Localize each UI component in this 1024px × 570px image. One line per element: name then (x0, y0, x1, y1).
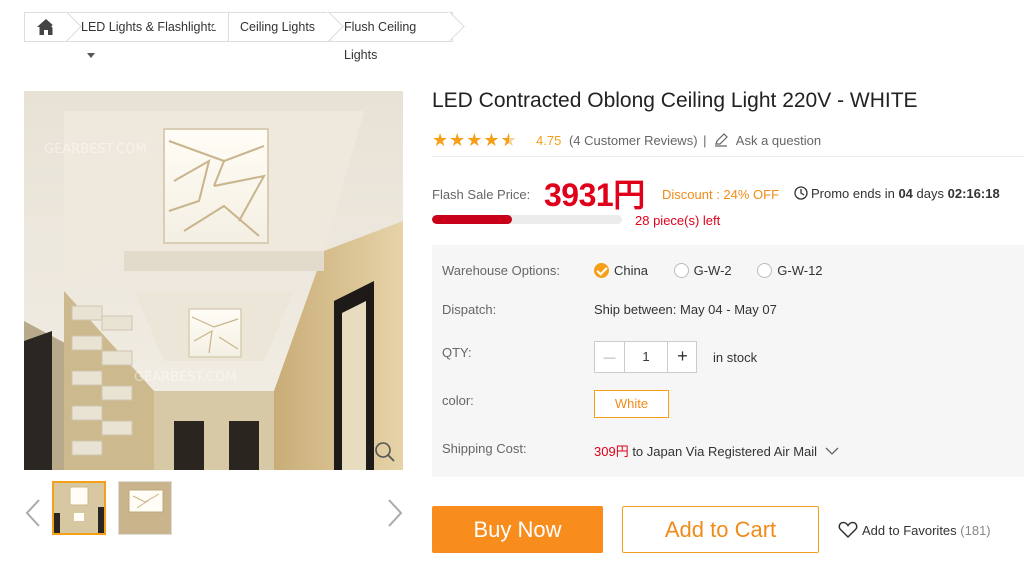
qty-minus-button[interactable]: — (595, 342, 625, 372)
ask-question-link[interactable]: Ask a question (736, 133, 821, 148)
dispatch-value: Ship between: May 04 - May 07 (594, 302, 777, 317)
watermark: GEARBEST.COM (44, 142, 147, 157)
product-photo: GEARBEST.COM GEARBEST.COM (24, 91, 403, 470)
heart-icon (838, 521, 858, 539)
qty-input[interactable]: 1 (625, 342, 667, 372)
breadcrumb-label: Ceiling Lights (240, 20, 316, 34)
chevron-right-icon[interactable] (386, 498, 404, 528)
add-to-cart-button[interactable]: Add to Cart (622, 506, 819, 553)
breadcrumb-item-flush-ceiling-lights[interactable]: Flush Ceiling Lights (330, 11, 465, 62)
star-icon: ★ (483, 130, 501, 150)
promo-time: 02:16:18 (947, 186, 1000, 201)
breadcrumb-item-led-lights[interactable]: LED Lights & Flashlights (66, 11, 243, 59)
rating-stars: ★★★★★★ (432, 130, 518, 151)
home-crumb[interactable] (24, 11, 82, 42)
shipping-label: Shipping Cost: (442, 441, 527, 456)
product-main-image[interactable]: GEARBEST.COM GEARBEST.COM (24, 91, 403, 470)
star-icon: ★ (432, 130, 450, 150)
price: 3931円 (544, 177, 645, 213)
buy-now-button[interactable]: Buy Now (432, 506, 603, 553)
shipping-price: 309円 (594, 444, 629, 459)
chevron-down-icon (87, 53, 95, 59)
dispatch-label: Dispatch: (442, 302, 497, 317)
reviews-link[interactable]: (4 Customer Reviews) (569, 133, 698, 148)
warehouse-label: Warehouse Options: (442, 263, 561, 278)
warehouse-option-gw12[interactable]: G-W-12 (757, 263, 823, 278)
radio-icon (673, 263, 689, 278)
star-half-icon: ★★ (500, 130, 518, 150)
in-stock-text: in stock (713, 350, 758, 365)
shipping-cost[interactable]: 309円 to Japan Via Registered Air Mail (594, 441, 839, 460)
warehouse-option-gw2[interactable]: G-W-2 (673, 263, 732, 278)
zoom-icon[interactable] (374, 441, 396, 463)
svg-text:GEARBEST.COM: GEARBEST.COM (134, 370, 237, 385)
radio-checked-icon (594, 263, 609, 278)
pencil-icon (715, 133, 729, 147)
warehouse-option-label: G-W-2 (693, 263, 732, 278)
discount-label: Discount : 24% OFF (662, 187, 780, 202)
separator: | (703, 133, 707, 148)
add-to-favorites[interactable]: Add to Favorites (181) (838, 521, 991, 539)
qty-plus-button[interactable]: + (667, 342, 697, 372)
clock-icon (794, 186, 808, 200)
stock-progress-fill (432, 215, 512, 224)
chevron-down-icon (825, 447, 839, 455)
star-icon: ★ (466, 130, 484, 150)
promo-days: 04 (898, 186, 913, 201)
promo-prefix: Promo ends in (811, 186, 895, 201)
thumbnail-2[interactable] (118, 481, 172, 535)
shipping-method: to Japan Via Registered Air Mail (628, 444, 818, 459)
chevron-left-icon[interactable] (24, 498, 42, 528)
qty-label: QTY: (442, 345, 472, 360)
thumbnail-1[interactable] (52, 481, 106, 535)
breadcrumb-item-ceiling-lights[interactable]: Ceiling Lights (228, 11, 344, 42)
rating-value: 4.75 (536, 133, 562, 148)
breadcrumb-label: LED Lights & Flashlights (81, 20, 218, 34)
divider (432, 156, 1024, 157)
warehouse-option-label: China (614, 263, 648, 278)
color-option-white[interactable]: White (594, 390, 669, 418)
quantity-stepper[interactable]: — 1 + (594, 341, 697, 373)
radio-icon (757, 263, 773, 278)
warehouse-option-label: G-W-12 (777, 263, 823, 278)
promo-days-label: days (916, 186, 945, 201)
stock-left-text: 28 piece(s) left (635, 213, 721, 228)
stock-progress-bar (432, 215, 622, 224)
color-label: color: (442, 393, 474, 408)
flash-sale-label: Flash Sale Price: (432, 187, 531, 202)
breadcrumb-label: Flush Ceiling Lights (344, 20, 417, 62)
product-title: LED Contracted Oblong Ceiling Light 220V… (432, 89, 918, 112)
warehouse-options: China G-W-2 G-W-12 (594, 263, 823, 278)
favorites-count: (181) (960, 523, 991, 538)
star-icon: ★ (449, 130, 467, 150)
favorites-label: Add to Favorites (862, 523, 957, 538)
warehouse-option-china[interactable]: China (594, 263, 648, 278)
